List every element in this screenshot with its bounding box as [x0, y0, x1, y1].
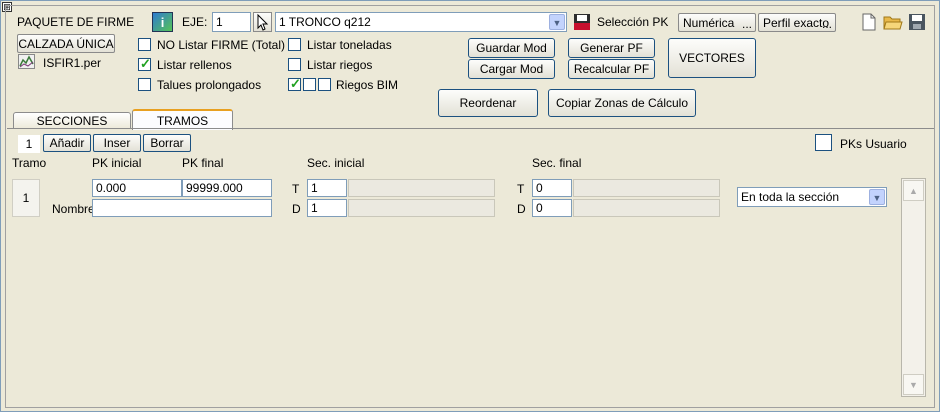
new-file-icon[interactable]	[861, 13, 877, 31]
chevron-down-icon[interactable]: ▼	[549, 14, 565, 30]
tramo-header: Tramo	[12, 156, 47, 170]
paquete-title: PAQUETE DE FIRME	[17, 15, 135, 29]
file-chart-icon	[18, 54, 35, 69]
sec-inicial-header: Sec. inicial	[307, 156, 365, 170]
pk-final-input[interactable]: 99999.000	[182, 179, 272, 197]
perfil-label: Perfil exacto	[763, 16, 830, 30]
eje-input[interactable]: 1	[212, 12, 251, 32]
no-listar-firme-checkbox[interactable]	[138, 38, 151, 51]
riegos-bim-checkbox-3[interactable]	[318, 78, 331, 91]
copiar-zonas-button[interactable]: Copiar Zonas de Cálculo	[548, 89, 696, 117]
sec-final-header: Sec. final	[532, 156, 582, 170]
sec-fin-t-label: T	[517, 182, 525, 196]
recalcular-pf-button[interactable]: Recalcular PF	[568, 59, 655, 79]
talues-prolongados-label: Talues prolongados	[157, 78, 262, 92]
sec-ini-d-display	[348, 199, 495, 217]
sec-fin-d-label: D	[517, 202, 526, 216]
sec-fin-d-display	[573, 199, 720, 217]
info-icon[interactable]: i	[152, 12, 173, 32]
no-listar-firme-label: NO Listar FIRME (Total)	[157, 38, 286, 52]
tramo-number[interactable]: 1	[12, 179, 40, 217]
sec-fin-t-display	[573, 179, 720, 197]
nombre-label: Nombre	[52, 202, 95, 216]
axis-select-value: 1 TRONCO q212	[279, 15, 371, 29]
guardar-mod-button[interactable]: Guardar Mod	[468, 38, 555, 58]
perfil-dots: ...	[821, 17, 832, 31]
sec-fin-t-input[interactable]: 0	[532, 179, 572, 197]
riegos-bim-checkbox-2[interactable]	[303, 78, 316, 91]
calzada-button[interactable]: CALZADA ÚNICA	[17, 34, 115, 53]
file-name: ISFIR1.per	[43, 56, 102, 70]
pointer-icon[interactable]	[253, 12, 272, 32]
talues-prolongados-checkbox[interactable]	[138, 78, 151, 91]
listar-toneladas-checkbox[interactable]	[288, 38, 301, 51]
numerica-button[interactable]: Numérica ...	[678, 13, 756, 32]
inser-button[interactable]: Inser	[93, 134, 141, 152]
vertical-scrollbar[interactable]: ▲ ▼	[901, 178, 926, 397]
window-frame: ⊞ PAQUETE DE FIRME CALZADA ÚNICA ISFIR1.…	[0, 0, 940, 412]
pk-inicial-input[interactable]: 0.000	[92, 179, 182, 197]
eje-label: EJE:	[182, 15, 208, 29]
listar-rellenos-label: Listar rellenos	[157, 58, 232, 72]
sec-ini-d-input[interactable]: 1	[307, 199, 347, 217]
tab-panel-border	[7, 128, 934, 129]
pks-usuario-label: PKs Usuario	[840, 137, 907, 151]
cargar-mod-button[interactable]: Cargar Mod	[468, 59, 555, 79]
sec-ini-d-label: D	[292, 202, 301, 216]
sec-fin-d-input[interactable]: 0	[532, 199, 572, 217]
zona-select-value: En toda la sección	[741, 190, 840, 204]
nombre-input[interactable]	[92, 199, 272, 217]
sec-ini-t-display	[348, 179, 495, 197]
zona-select[interactable]: En toda la sección ▼	[737, 187, 887, 207]
sec-ini-t-input[interactable]: 1	[307, 179, 347, 197]
pks-usuario-checkbox[interactable]	[815, 134, 832, 151]
listar-riegos-checkbox[interactable]	[288, 58, 301, 71]
pk-inicial-header: PK inicial	[92, 156, 142, 170]
save-pk-icon[interactable]	[573, 13, 591, 31]
listar-rellenos-checkbox[interactable]	[138, 56, 151, 72]
perfil-button[interactable]: Perfil exacto ...	[758, 13, 836, 32]
scroll-up-button[interactable]: ▲	[903, 180, 924, 201]
numerica-label: Numérica	[683, 16, 735, 30]
open-folder-icon[interactable]	[883, 13, 903, 31]
anadir-button[interactable]: Añadir	[43, 134, 91, 152]
scroll-down-button[interactable]: ▼	[903, 374, 924, 395]
seleccion-pk-label: Selección PK	[597, 15, 669, 29]
pk-final-header: PK final	[182, 156, 224, 170]
axis-select[interactable]: 1 TRONCO q212 ▼	[275, 12, 567, 32]
tab-secciones[interactable]: SECCIONES	[13, 112, 131, 129]
borrar-button[interactable]: Borrar	[143, 134, 191, 152]
riegos-bim-checkbox-1[interactable]	[288, 76, 301, 92]
listar-toneladas-label: Listar toneladas	[307, 38, 392, 52]
reordenar-button[interactable]: Reordenar	[438, 89, 538, 117]
listar-riegos-label: Listar riegos	[307, 58, 373, 72]
vectores-button[interactable]: VECTORES	[668, 38, 756, 78]
save-icon[interactable]	[908, 13, 926, 31]
generar-pf-button[interactable]: Generar PF	[568, 38, 655, 58]
chevron-down-icon[interactable]: ▼	[869, 189, 885, 205]
sec-ini-t-label: T	[292, 182, 300, 196]
riegos-bim-label: Riegos BIM	[336, 78, 399, 92]
numerica-dots: ...	[741, 17, 752, 31]
tab-tramos[interactable]: TRAMOS	[132, 109, 233, 130]
tramo-count: 1	[18, 135, 40, 153]
